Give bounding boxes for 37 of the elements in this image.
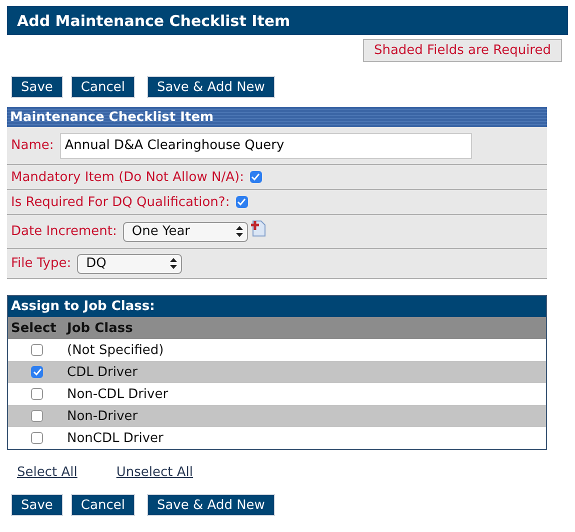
table-title: Assign to Job Class: (8, 296, 546, 317)
checkbox[interactable] (236, 196, 248, 208)
field-label: File Type: (11, 256, 72, 271)
page-title: Add Maintenance Checklist Item (7, 6, 568, 35)
field-label: Date Increment: (11, 224, 117, 239)
table-cell-text: Non-CDL Driver (66, 386, 170, 402)
table-cell-text: CDL Driver (66, 364, 138, 380)
save-button[interactable]: Save (11, 76, 63, 98)
save-and-add-new-button[interactable]: Save & Add New (146, 494, 275, 516)
dropdown-arrows-icon (170, 258, 178, 269)
dropdown[interactable]: One Year (122, 222, 248, 242)
column-header: Job Class (65, 320, 134, 336)
row-checkbox[interactable] (31, 432, 43, 444)
name-field[interactable]: Annual D&A Clearinghouse Query (60, 132, 472, 158)
row-checkbox[interactable] (31, 366, 43, 378)
field-label: Is Required For DQ Qualification?: (11, 194, 230, 210)
section-header: Maintenance Checklist Item (7, 107, 547, 127)
table-cell-text: Non-Driver (66, 408, 139, 424)
dropdown[interactable]: DQ (77, 254, 182, 274)
field-label: Mandatory Item (Do Not Allow N/A): (11, 170, 244, 184)
dropdown-arrows-icon (236, 226, 243, 237)
field-label: Name: (11, 138, 54, 153)
add-document-icon[interactable] (250, 220, 266, 237)
select-all-link[interactable]: Select All (17, 465, 78, 480)
row-checkbox[interactable] (31, 344, 43, 356)
row-checkbox[interactable] (31, 410, 43, 422)
checkbox[interactable] (250, 171, 262, 183)
table-cell-text: (Not Specified) (66, 342, 165, 358)
save-button[interactable]: Save (11, 494, 63, 516)
save-and-add-new-button[interactable]: Save & Add New (146, 76, 275, 98)
unselect-all-link[interactable]: Unselect All (116, 465, 193, 480)
cancel-button[interactable]: Cancel (70, 494, 135, 516)
cancel-button[interactable]: Cancel (70, 76, 135, 98)
required-fields-note: Shaded Fields are Required (362, 39, 562, 62)
column-header: Select (10, 320, 58, 336)
table-cell-text: NonCDL Driver (66, 430, 164, 446)
row-checkbox[interactable] (31, 388, 43, 400)
